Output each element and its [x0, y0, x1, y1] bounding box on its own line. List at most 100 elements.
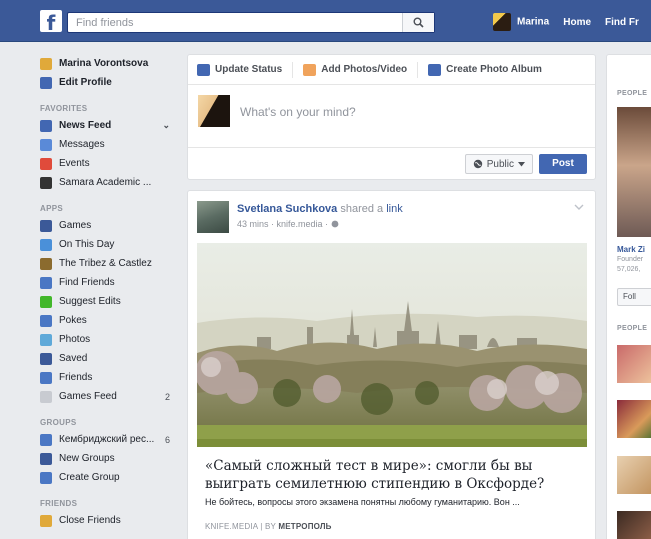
sidebar-section-heading[interactable]: GROUPS	[40, 416, 180, 430]
sidebar-item-events[interactable]: Events	[40, 154, 180, 173]
suggested-person-photo[interactable]	[617, 345, 651, 383]
feed-story: Svetlana Suchkova shared a link 43 mins …	[187, 190, 596, 539]
post-button[interactable]: Post	[539, 154, 587, 174]
tab-create-photo-album[interactable]: Create Photo Album	[428, 62, 552, 78]
composer-tabs: Update Status Add Photos/Video Create Phot…	[188, 55, 595, 85]
suggested-person-name[interactable]: Mark Zi	[617, 245, 645, 254]
public-audience-icon	[331, 220, 338, 228]
suggested-person-stat: 57,026,	[617, 266, 641, 273]
follow-label: Foll	[623, 292, 636, 301]
shared-link-description: Не бойтесь, вопросы этого экзамена понят…	[205, 497, 520, 507]
group-icon	[40, 176, 52, 189]
sidebar-item-news-feed[interactable]: News Feed ⌄	[40, 116, 180, 135]
games-feed-icon	[40, 390, 52, 403]
sidebar-item-label: Edit Profile	[59, 77, 112, 88]
new-groups-icon	[40, 452, 52, 465]
sidebar-item-friends[interactable]: Friends	[40, 368, 180, 387]
sidebar-item-count: 2	[164, 391, 170, 402]
sidebar-item-label: Suggest Edits	[59, 296, 121, 307]
sidebar-item-games[interactable]: Games	[40, 216, 180, 235]
create-group-icon	[40, 471, 52, 484]
sidebar-item-label: Messages	[59, 139, 105, 150]
source-domain: KNIFE.MEDIA | BY	[205, 522, 279, 531]
sidebar-item-label: Games	[59, 220, 92, 231]
sidebar-item-the-tribez-castlez[interactable]: The Tribez & Castlez	[40, 254, 180, 273]
sidebar-item-close-friends[interactable]: Close Friends	[40, 511, 180, 530]
tab-label: Add Photos/Video	[321, 64, 408, 75]
checkmark-icon	[40, 295, 52, 308]
globe-icon	[473, 159, 482, 169]
sidebar-item-suggest-edits[interactable]: Suggest Edits	[40, 292, 180, 311]
messages-icon	[40, 138, 52, 151]
sidebar-item-edit-profile[interactable]: Edit Profile	[40, 73, 180, 92]
sidebar-item-create-group[interactable]: Create Group	[40, 468, 180, 487]
avatar[interactable]	[197, 201, 229, 233]
sidebar-section-heading[interactable]: FAVORITES	[40, 102, 180, 116]
sidebar-section-heading[interactable]: FRIENDS	[40, 497, 180, 511]
sidebar-item-count: ⌄	[162, 120, 170, 130]
events-icon	[40, 157, 52, 170]
suggested-person-photo[interactable]	[617, 456, 651, 494]
author-name-link[interactable]: Svetlana Suchkova	[237, 203, 337, 215]
status-composer: Update Status Add Photos/Video Create Phot…	[187, 54, 596, 180]
friends-icon	[40, 371, 52, 384]
facebook-logo[interactable]: f	[40, 10, 62, 32]
group-icon	[40, 433, 52, 446]
sidebar-item-label: Create Group	[59, 472, 120, 483]
sidebar-item-label: Pokes	[59, 315, 87, 326]
sidebar-section-heading[interactable]: APPS	[40, 202, 180, 216]
suggested-person-photo[interactable]	[617, 400, 651, 438]
tab-add-photos-video[interactable]: Add Photos/Video	[303, 61, 419, 78]
games-icon	[40, 219, 52, 232]
on-this-day-icon	[40, 238, 52, 251]
shared-link-title[interactable]: «Самый сложный тест в мире»: смогли бы в…	[205, 457, 585, 493]
album-icon	[428, 63, 442, 76]
sidebar-item-label: Samara Academic ...	[59, 177, 152, 188]
story-action-text: shared a	[337, 203, 387, 215]
saved-icon	[40, 352, 52, 365]
sidebar-item-messages[interactable]: Messages	[40, 135, 180, 154]
top-navigation-bar: f Marina Home Find Fr	[0, 0, 651, 42]
status-input[interactable]: What's on your mind?	[240, 105, 356, 119]
sidebar-item-find-friends[interactable]: Find Friends	[40, 273, 180, 292]
sidebar-item-pokes[interactable]: Pokes	[40, 311, 180, 330]
search-icon	[413, 17, 424, 28]
pencil-icon	[197, 63, 210, 76]
search-button[interactable]	[402, 13, 434, 32]
story-timestamp[interactable]: 43 mins · knife.media ·	[237, 219, 331, 229]
tab-label: Update Status	[215, 64, 283, 75]
profile-link[interactable]: Marina	[493, 13, 549, 31]
sidebar-item-label: On This Day	[59, 239, 115, 250]
pokes-icon	[40, 314, 52, 327]
story-options-chevron-icon[interactable]	[573, 201, 585, 213]
chevron-down-icon	[518, 161, 525, 166]
suggested-person-photo[interactable]	[617, 511, 651, 539]
sidebar-item-saved[interactable]: Saved	[40, 349, 180, 368]
find-friends-link[interactable]: Find Fr	[605, 17, 639, 28]
sidebar-item-photos[interactable]: Photos	[40, 330, 180, 349]
search-input[interactable]	[68, 13, 398, 32]
shared-link-word[interactable]: link	[386, 203, 403, 215]
home-link[interactable]: Home	[563, 17, 591, 28]
tab-update-status[interactable]: Update Status	[197, 61, 294, 78]
privacy-label: Public	[486, 158, 514, 170]
sidebar-item-label: New Groups	[59, 453, 115, 464]
sidebar-item-games-feed[interactable]: Games Feed 2	[40, 387, 180, 406]
privacy-selector-button[interactable]: Public	[464, 154, 533, 174]
sidebar-item-on-this-day[interactable]: On This Day	[40, 235, 180, 254]
sidebar-item-label: Find Friends	[59, 277, 115, 288]
suggested-person-photo[interactable]	[617, 107, 651, 237]
sidebar-item-marina-vorontsova[interactable]: Marina Vorontsova	[40, 54, 180, 73]
shared-link-source: KNIFE.MEDIA | BY МЕТРОПОЛЬ	[205, 522, 332, 531]
shared-link-image[interactable]	[197, 243, 587, 447]
sidebar-item-new-groups[interactable]: New Groups	[40, 449, 180, 468]
sidebar-item-count: 6	[164, 434, 170, 445]
sidebar-item-item[interactable]: Кембриджский рес... 6	[40, 430, 180, 449]
people-heading: PEOPLE	[617, 90, 648, 97]
oxford-skyline-image	[197, 243, 587, 447]
news-feed-icon	[40, 119, 52, 132]
follow-button[interactable]: Foll	[617, 288, 651, 306]
sidebar-item-label: Кембриджский рес...	[59, 434, 155, 445]
sidebar-item-samara-academic[interactable]: Samara Academic ...	[40, 173, 180, 192]
camera-icon	[303, 63, 317, 76]
